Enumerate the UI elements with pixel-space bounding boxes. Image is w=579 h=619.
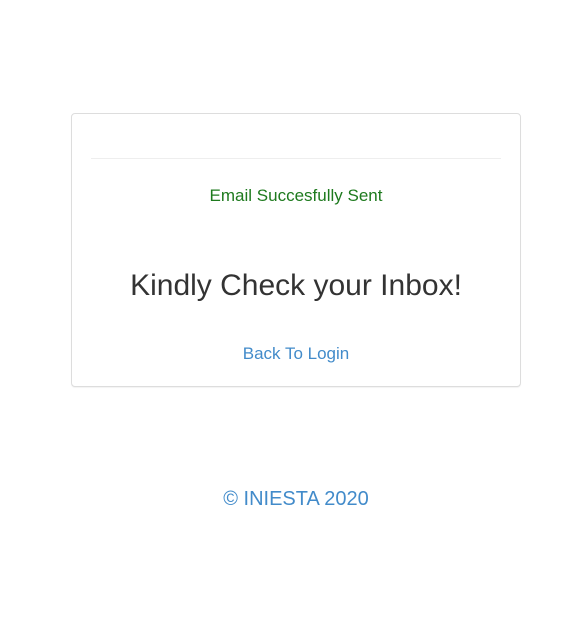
footer-copyright: © INIESTA 2020 bbox=[223, 488, 369, 510]
back-link-container: Back To Login bbox=[72, 344, 520, 364]
back-to-login-link[interactable]: Back To Login bbox=[243, 344, 349, 363]
check-inbox-heading: Kindly Check your Inbox! bbox=[130, 269, 462, 302]
confirmation-card: Email Succesfully Sent Kindly Check your… bbox=[71, 113, 521, 387]
card-header-divider bbox=[91, 158, 501, 159]
success-message: Email Succesfully Sent bbox=[209, 186, 383, 205]
page: Email Succesfully Sent Kindly Check your… bbox=[0, 0, 579, 619]
